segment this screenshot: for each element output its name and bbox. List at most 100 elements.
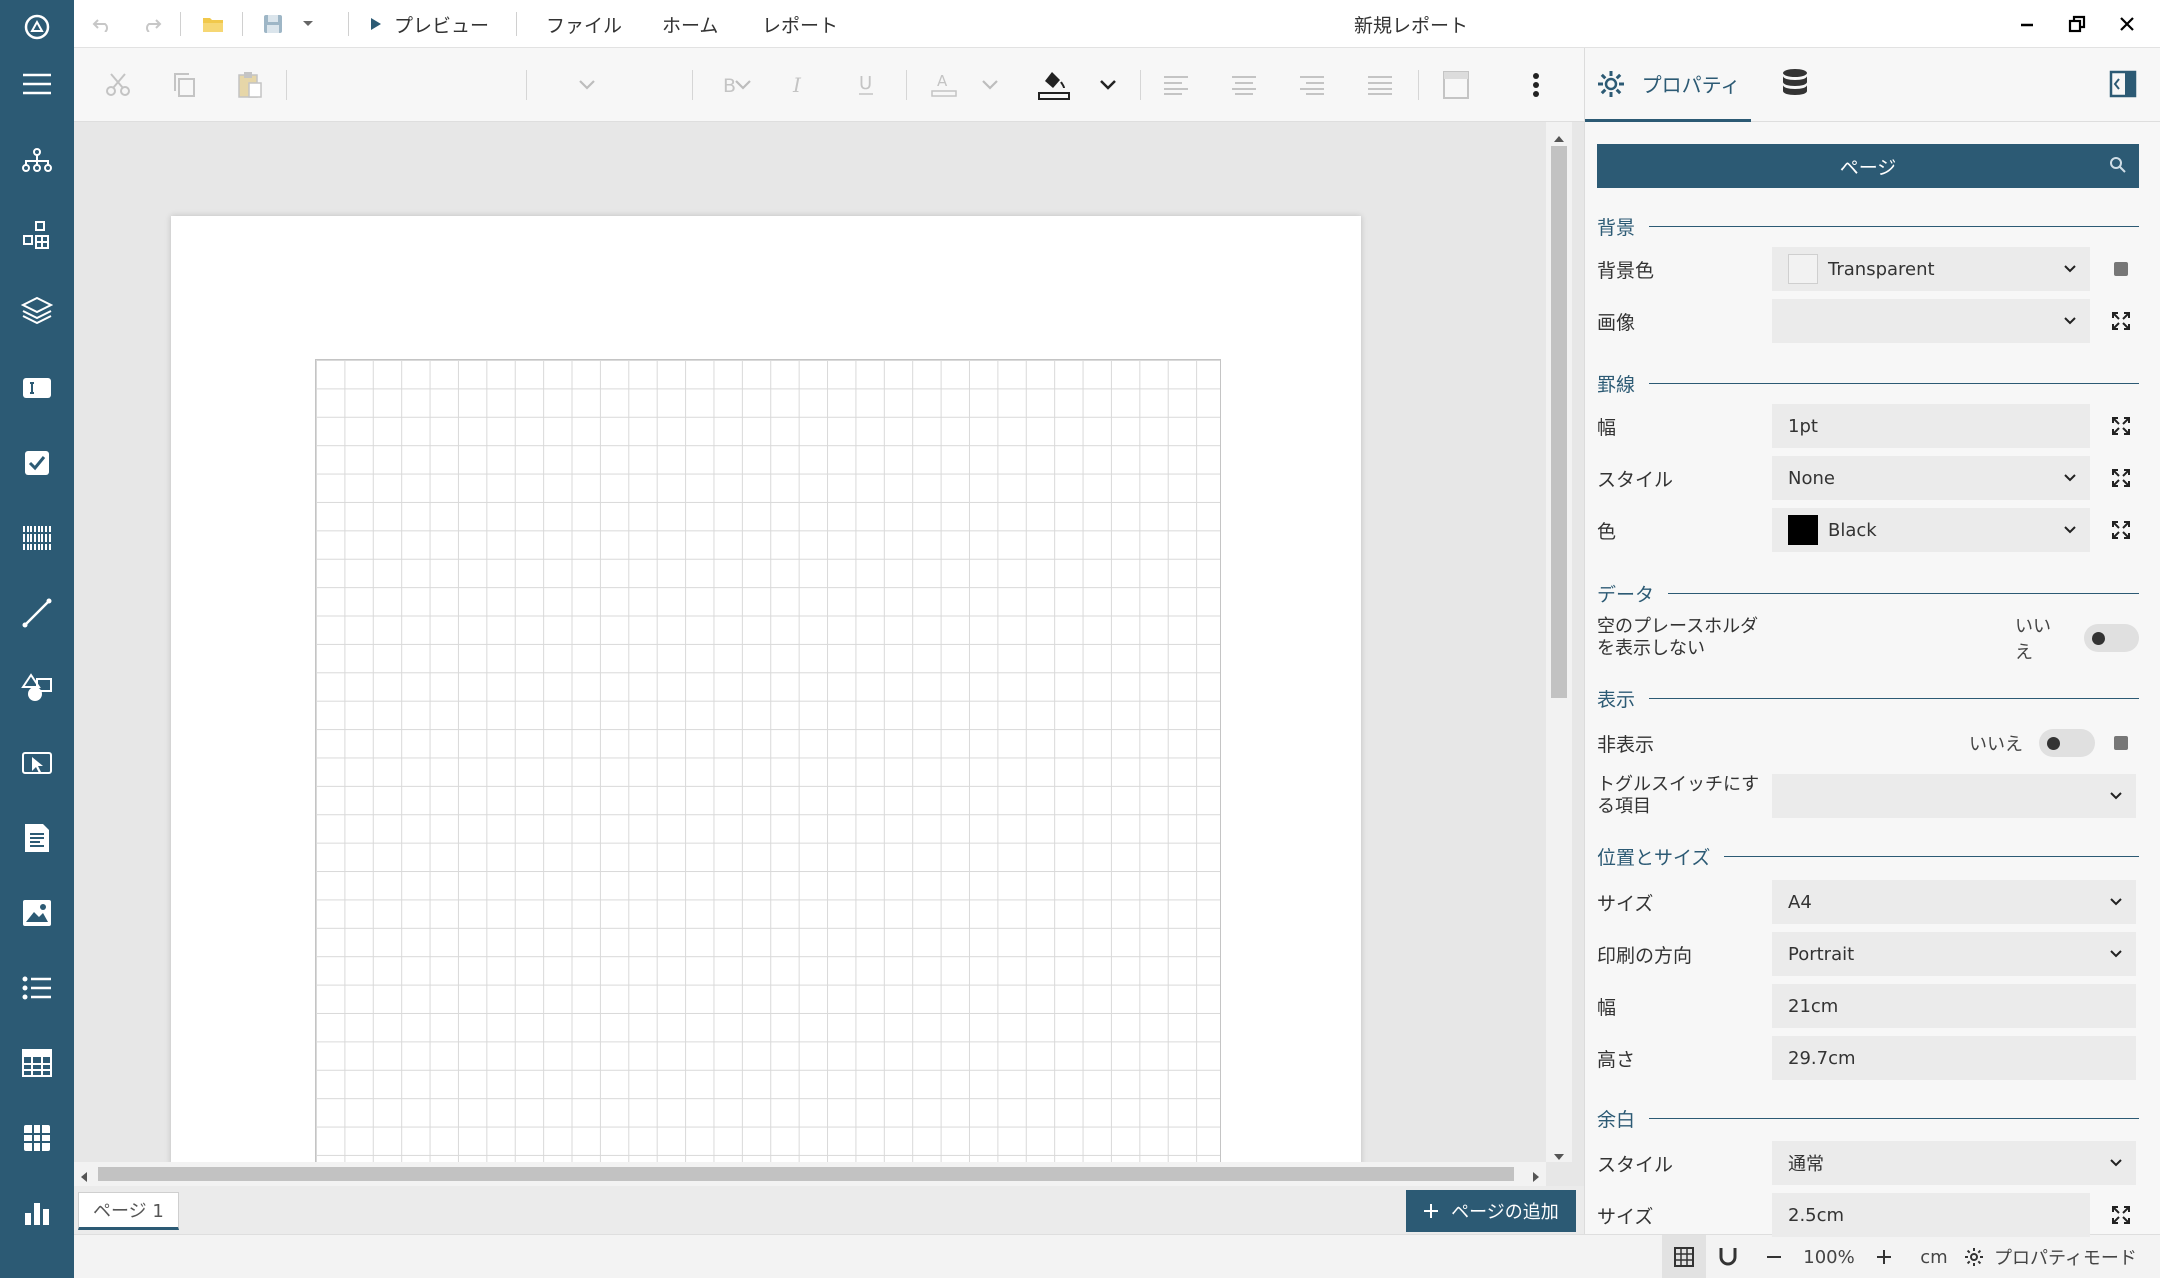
- hidden-toggle[interactable]: いいえ: [1969, 721, 2095, 765]
- tab-properties[interactable]: プロパティ: [1585, 48, 1751, 122]
- background-image-select[interactable]: [1772, 299, 2090, 343]
- margin-style-select[interactable]: 通常: [1772, 1141, 2136, 1185]
- separator: [1418, 70, 1419, 100]
- snap-magnet-icon[interactable]: [1708, 1235, 1748, 1278]
- data-source-icon[interactable]: [1781, 68, 1809, 104]
- more-options-icon[interactable]: [1516, 48, 1556, 122]
- input-field-tool-icon[interactable]: [0, 733, 74, 793]
- group-editor-icon[interactable]: [0, 205, 74, 265]
- underline-icon[interactable]: U: [846, 48, 886, 122]
- fill-color-icon[interactable]: [1034, 48, 1074, 122]
- page-header-icon[interactable]: [1436, 48, 1476, 122]
- add-page-button[interactable]: ページの追加: [1406, 1190, 1576, 1232]
- table-tool-icon[interactable]: [0, 1033, 74, 1093]
- background-color-select[interactable]: Transparent: [1772, 247, 2090, 291]
- hamburger-menu-icon[interactable]: [0, 54, 74, 114]
- border-width-input[interactable]: 1pt: [1772, 404, 2090, 448]
- chart-tool-icon[interactable]: [0, 1183, 74, 1243]
- menu-report[interactable]: レポート: [762, 0, 838, 48]
- cut-icon[interactable]: [98, 48, 138, 122]
- row-border-width: 幅 1pt: [1597, 404, 2139, 448]
- undo-icon[interactable]: [88, 0, 116, 48]
- vertical-scroll-thumb[interactable]: [1551, 146, 1567, 698]
- redo-icon[interactable]: [138, 0, 166, 48]
- layers-icon[interactable]: [0, 280, 74, 340]
- expand-icon[interactable]: [2103, 299, 2139, 343]
- border-style-select[interactable]: None: [1772, 456, 2090, 500]
- design-canvas[interactable]: [74, 122, 1584, 1232]
- shape-tool-icon[interactable]: [0, 658, 74, 718]
- page-body-grid[interactable]: [315, 359, 1221, 1166]
- property-search-input[interactable]: ページ: [1597, 144, 2139, 188]
- copy-icon[interactable]: [164, 48, 204, 122]
- page-size-select[interactable]: A4: [1772, 880, 2136, 924]
- align-left-icon[interactable]: [1156, 48, 1196, 122]
- list-tool-icon[interactable]: [0, 958, 74, 1018]
- font-color-icon[interactable]: A: [924, 48, 964, 122]
- checkbox-tool-icon[interactable]: [0, 433, 74, 493]
- margin-size-input[interactable]: 2.5cm: [1772, 1193, 2090, 1237]
- font-color-dropdown-icon[interactable]: [974, 48, 1006, 122]
- close-icon[interactable]: [2114, 0, 2140, 48]
- bold-icon[interactable]: B: [710, 48, 750, 122]
- preview-button[interactable]: プレビュー: [370, 0, 489, 48]
- page-width-input[interactable]: 21cm: [1772, 984, 2136, 1028]
- expand-icon[interactable]: [2103, 456, 2139, 500]
- align-right-icon[interactable]: [1292, 48, 1332, 122]
- background-color-expression-button[interactable]: [2103, 247, 2139, 291]
- image-tool-icon[interactable]: [0, 883, 74, 943]
- vertical-scrollbar[interactable]: [1546, 122, 1572, 1162]
- zoom-in-icon[interactable]: [1864, 1235, 1904, 1278]
- scroll-right-icon[interactable]: [1532, 1168, 1540, 1187]
- menu-home[interactable]: ホーム: [662, 0, 718, 48]
- expand-icon[interactable]: [2103, 404, 2139, 448]
- app-logo-icon[interactable]: [0, 0, 74, 54]
- scroll-down-icon[interactable]: [1553, 1146, 1565, 1165]
- section-background: 背景: [1597, 211, 2139, 241]
- barcode-tool-icon[interactable]: [0, 508, 74, 568]
- scroll-left-icon[interactable]: [80, 1168, 88, 1187]
- row-hidden: 非表示 いいえ: [1597, 721, 2139, 765]
- toggle-item-select[interactable]: [1772, 774, 2136, 818]
- open-folder-icon[interactable]: [198, 0, 228, 48]
- horizontal-scrollbar[interactable]: [74, 1162, 1546, 1186]
- toggle-switch[interactable]: [2039, 729, 2095, 757]
- minimize-icon[interactable]: [2014, 0, 2040, 48]
- hidden-expression-button[interactable]: [2103, 721, 2139, 765]
- search-icon[interactable]: [2109, 156, 2127, 174]
- grid-toggle-icon[interactable]: [1662, 1235, 1706, 1278]
- section-margin: 余白: [1597, 1103, 2139, 1133]
- align-center-icon[interactable]: [1224, 48, 1264, 122]
- line-tool-icon[interactable]: [0, 583, 74, 643]
- save-dropdown-icon[interactable]: [296, 0, 320, 48]
- report-page[interactable]: [171, 216, 1361, 1166]
- fill-color-dropdown-icon[interactable]: [1092, 48, 1124, 122]
- italic-icon[interactable]: I: [778, 48, 818, 122]
- expand-icon[interactable]: [2103, 1193, 2139, 1237]
- orientation-select[interactable]: Portrait: [1772, 932, 2136, 976]
- report-explorer-icon[interactable]: [0, 130, 74, 190]
- restore-icon[interactable]: [2064, 0, 2090, 48]
- zoom-out-icon[interactable]: [1754, 1235, 1794, 1278]
- format-toolbar: B I U A: [74, 48, 1584, 122]
- zoom-level[interactable]: 100%: [1794, 1235, 1864, 1278]
- horizontal-scroll-thumb[interactable]: [98, 1167, 1514, 1181]
- hide-empty-placeholder-toggle[interactable]: いいえ: [2015, 616, 2139, 663]
- save-icon[interactable]: [258, 0, 288, 48]
- toggle-switch[interactable]: [2084, 624, 2139, 652]
- scroll-up-icon[interactable]: [1553, 128, 1565, 147]
- collapse-panel-icon[interactable]: [2109, 70, 2137, 102]
- page-tab-1[interactable]: ページ 1: [78, 1192, 179, 1230]
- menu-file[interactable]: ファイル: [546, 0, 622, 48]
- textbox-tool-icon[interactable]: [0, 358, 74, 418]
- align-justify-icon[interactable]: [1360, 48, 1400, 122]
- page-height-input[interactable]: 29.7cm: [1772, 1036, 2136, 1080]
- row-background-image: 画像: [1597, 299, 2139, 343]
- expand-icon[interactable]: [2103, 508, 2139, 552]
- richtext-tool-icon[interactable]: [0, 808, 74, 868]
- border-color-select[interactable]: Black: [1772, 508, 2090, 552]
- unit-label[interactable]: cm: [1916, 1235, 1952, 1278]
- property-mode-button[interactable]: プロパティモード: [1964, 1235, 2137, 1278]
- paste-icon[interactable]: [230, 48, 270, 122]
- tablix-tool-icon[interactable]: [0, 1108, 74, 1168]
